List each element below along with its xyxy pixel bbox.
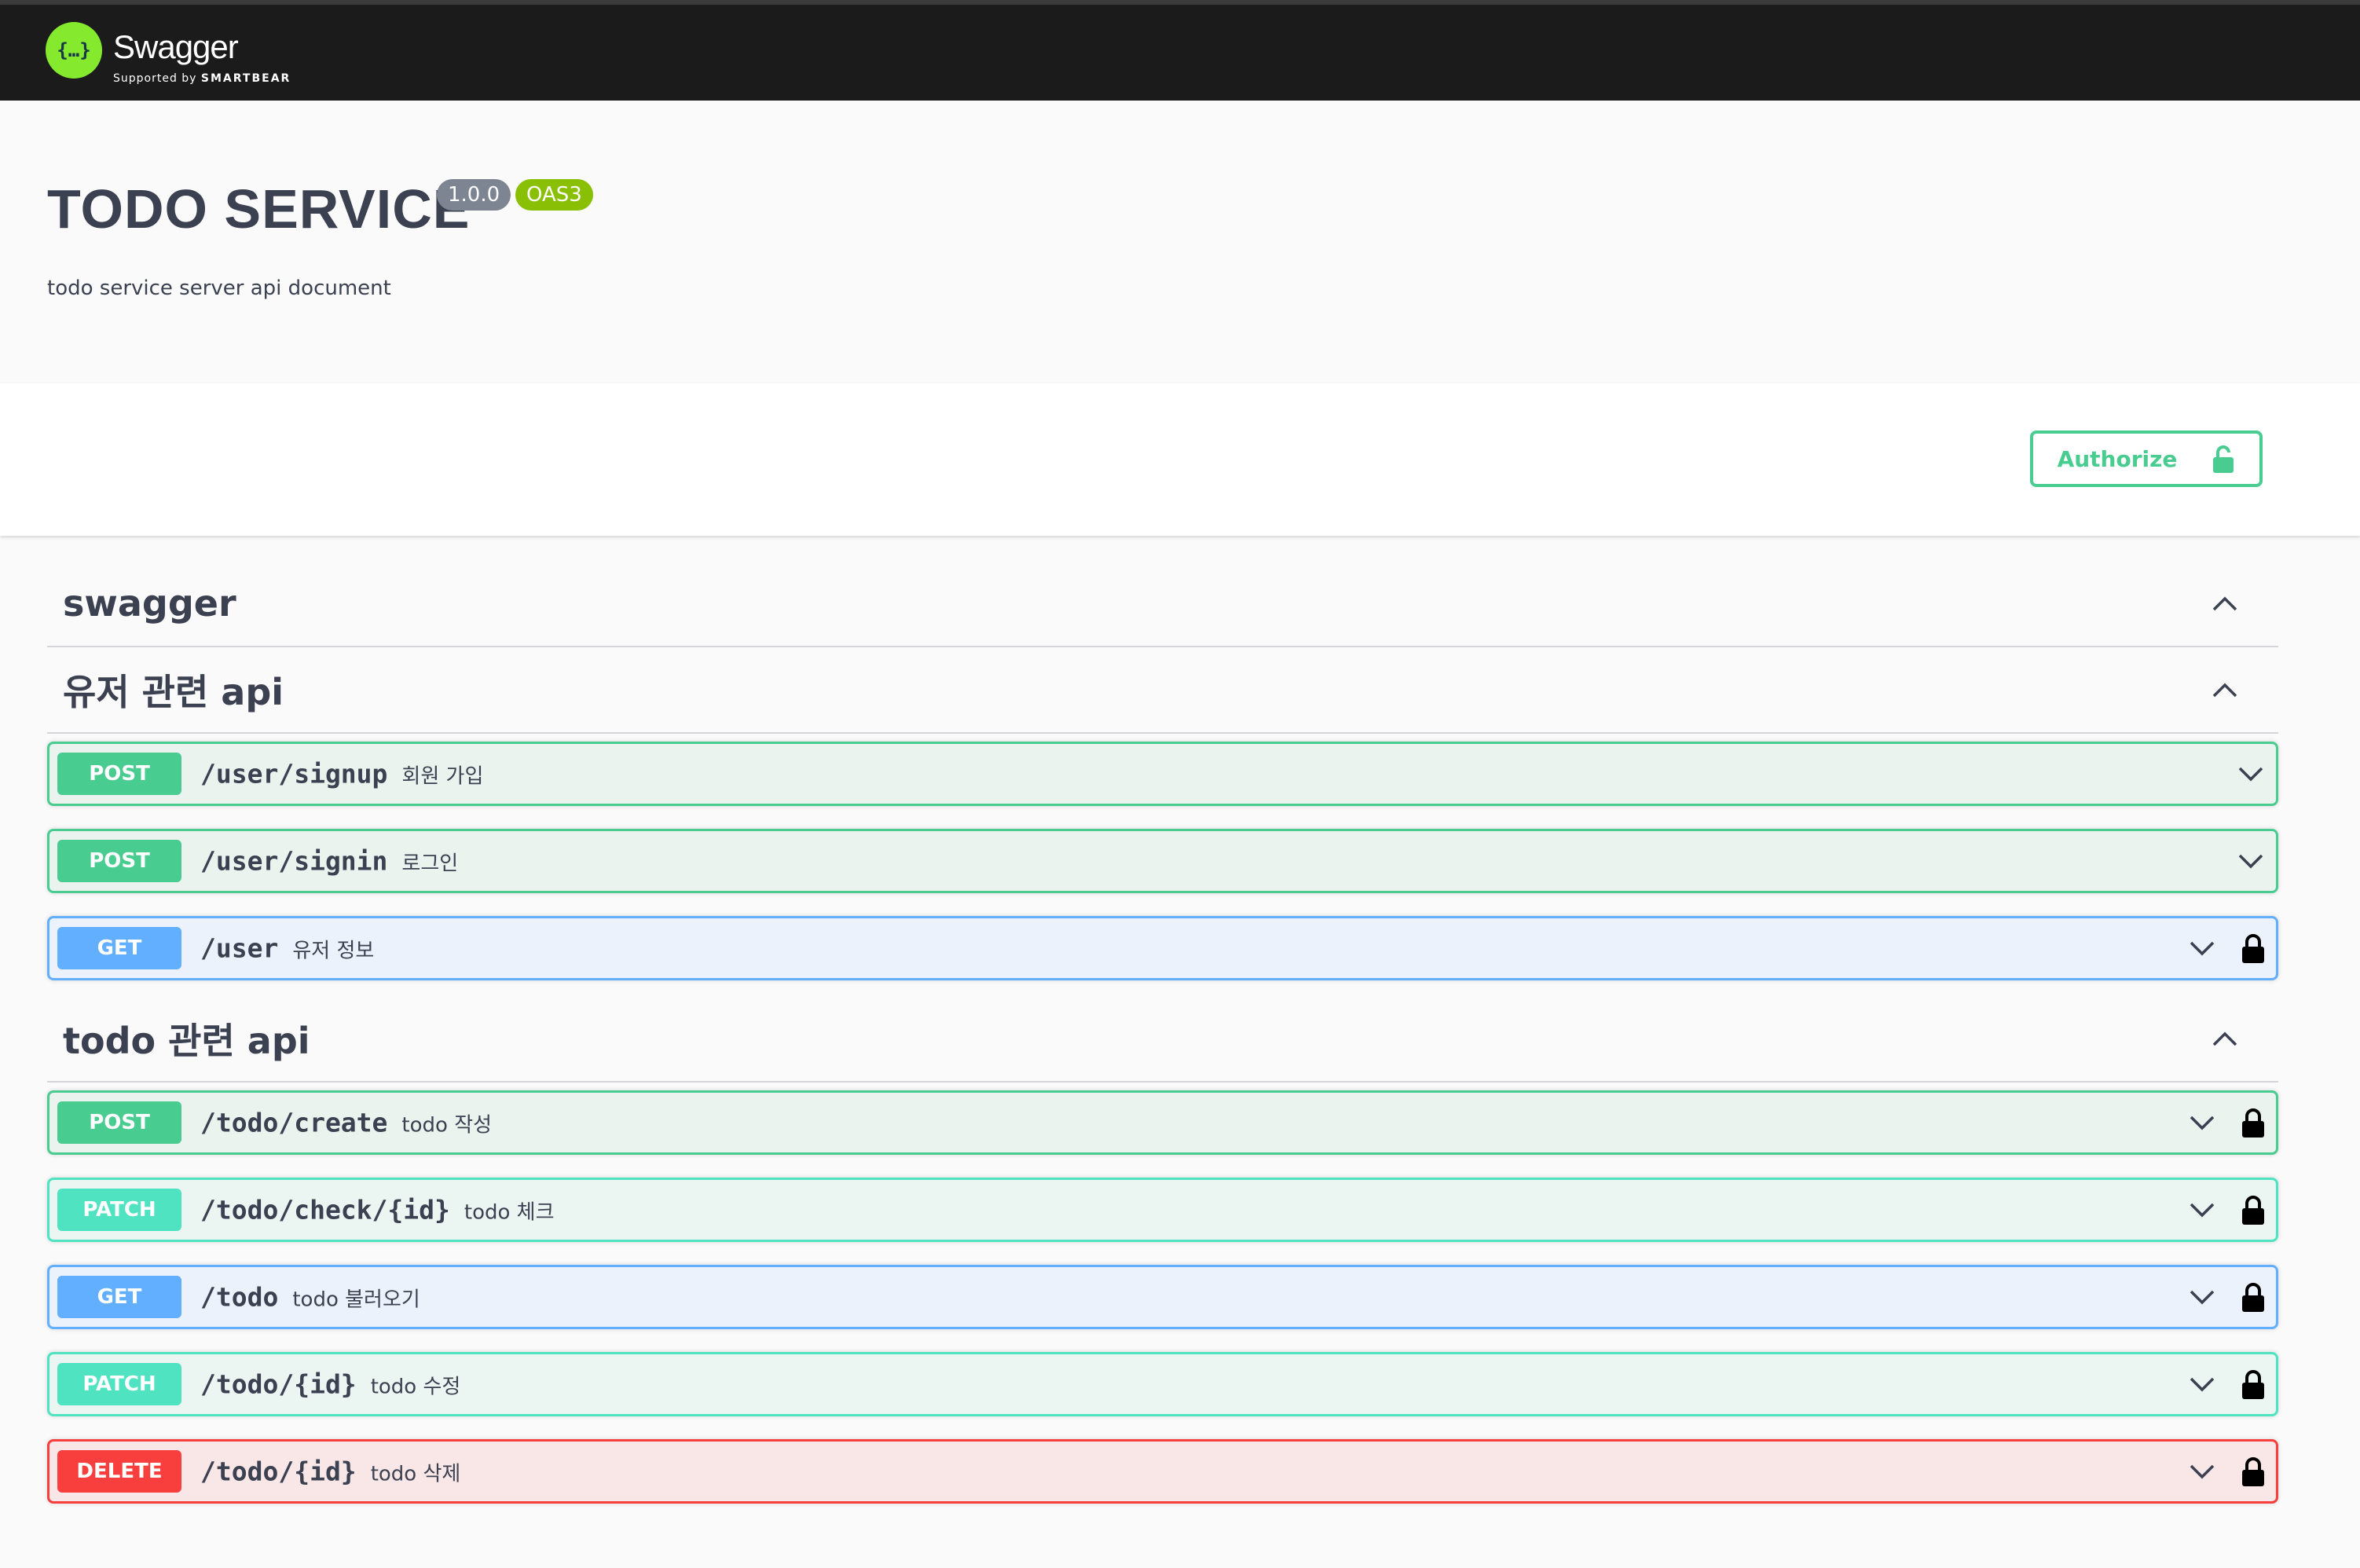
lock-icon[interactable] xyxy=(2241,1456,2265,1486)
tag-name: 유저 관련 api xyxy=(63,671,284,713)
api-description: todo service server api document xyxy=(47,277,391,300)
path-text: /user/signup xyxy=(200,758,388,789)
method-badge: POST xyxy=(57,753,181,795)
chevron-down-icon[interactable] xyxy=(2235,758,2267,789)
operation-summary: todo 작성 xyxy=(401,1113,493,1138)
operation-summary: todo 삭제 xyxy=(370,1462,461,1486)
lock-icon[interactable] xyxy=(2241,1282,2265,1312)
operation-row-get[interactable]: GET/user 유저 정보 xyxy=(47,916,2278,980)
top-bar: {…} Swagger Supported by SMARTBEAR xyxy=(0,0,2360,101)
path-text: /todo/{id} xyxy=(200,1368,357,1400)
api-title: TODO SERVICE xyxy=(47,178,471,240)
version-badge: 1.0.0 xyxy=(437,179,511,211)
lock-icon[interactable] xyxy=(2241,1108,2265,1138)
path-text: /user/signin xyxy=(200,845,388,877)
path-text: /todo/create xyxy=(200,1107,388,1138)
path-text: /user xyxy=(200,932,279,964)
method-badge: DELETE xyxy=(57,1450,181,1493)
chevron-up-icon[interactable] xyxy=(2209,674,2241,705)
path-text: /todo/check/{id} xyxy=(200,1194,450,1225)
operation-row-post[interactable]: POST/user/signup 회원 가입 xyxy=(47,742,2278,806)
operation-row-patch[interactable]: PATCH/todo/check/{id} todo 체크 xyxy=(47,1178,2278,1242)
operation-path: /todo/create todo 작성 xyxy=(200,1108,492,1138)
chevron-down-icon[interactable] xyxy=(2186,1456,2218,1487)
lock-icon[interactable] xyxy=(2241,933,2265,963)
operation-summary: todo 수정 xyxy=(370,1375,461,1399)
method-badge: PATCH xyxy=(57,1363,181,1405)
operation-row-patch[interactable]: PATCH/todo/{id} todo 수정 xyxy=(47,1352,2278,1416)
operation-path: /todo/{id} todo 수정 xyxy=(200,1369,460,1400)
operation-path: /user/signup 회원 가입 xyxy=(200,759,483,789)
operation-row-get[interactable]: GET/todo todo 불러오기 xyxy=(47,1265,2278,1329)
operation-path: /todo/check/{id} todo 체크 xyxy=(200,1195,555,1225)
logo-tagline: Supported by SMARTBEAR xyxy=(113,72,291,85)
operation-summary: todo 체크 xyxy=(464,1200,555,1225)
chevron-down-icon[interactable] xyxy=(2186,1194,2218,1225)
chevron-down-icon[interactable] xyxy=(2186,1107,2218,1138)
operation-summary: 로그인 xyxy=(401,852,459,876)
chevron-up-icon[interactable] xyxy=(2209,1023,2241,1054)
chevron-down-icon[interactable] xyxy=(2235,845,2267,877)
operation-path: /todo todo 불러오기 xyxy=(200,1282,420,1313)
authorize-label: Authorize xyxy=(2057,445,2178,472)
operation-row-delete[interactable]: DELETE/todo/{id} todo 삭제 xyxy=(47,1439,2278,1504)
tag-section-header[interactable]: swagger xyxy=(47,561,2278,647)
tag-name: swagger xyxy=(63,582,236,625)
path-text: /todo xyxy=(200,1281,279,1313)
operation-summary: todo 불러오기 xyxy=(292,1288,420,1312)
operation-summary: 회원 가입 xyxy=(401,764,484,789)
tag-section-header[interactable]: todo 관련 api xyxy=(47,996,2278,1083)
operation-path: /user/signin 로그인 xyxy=(200,846,458,877)
operation-path: /todo/{id} todo 삭제 xyxy=(200,1456,460,1487)
method-badge: POST xyxy=(57,840,181,882)
tag-section-header[interactable]: 유저 관련 api xyxy=(47,647,2278,734)
svg-text:{…}: {…} xyxy=(57,39,90,61)
method-badge: POST xyxy=(57,1101,181,1144)
method-badge: GET xyxy=(57,1276,181,1318)
logo-tagline-brand: SMARTBEAR xyxy=(200,72,291,85)
operation-summary: 유저 정보 xyxy=(292,939,375,963)
authorize-button[interactable]: Authorize xyxy=(2030,430,2263,487)
chevron-up-icon[interactable] xyxy=(2209,588,2241,619)
chevron-down-icon[interactable] xyxy=(2186,932,2218,964)
swagger-logo-icon[interactable]: {…} xyxy=(46,22,102,79)
unlock-icon xyxy=(2213,445,2234,473)
logo-tagline-prefix: Supported by xyxy=(113,72,197,85)
operation-path: /user 유저 정보 xyxy=(200,933,374,964)
operation-row-post[interactable]: POST/user/signin 로그인 xyxy=(47,829,2278,893)
lock-icon[interactable] xyxy=(2241,1369,2265,1399)
tag-name: todo 관련 api xyxy=(63,1020,310,1062)
lock-icon[interactable] xyxy=(2241,1195,2265,1225)
oas-badge: OAS3 xyxy=(515,179,593,211)
method-badge: GET xyxy=(57,927,181,969)
logo-wordmark[interactable]: Swagger xyxy=(113,28,239,66)
method-badge: PATCH xyxy=(57,1189,181,1231)
scheme-container: Authorize xyxy=(0,383,2360,536)
api-info: TODO SERVICE 1.0.0 OAS3 todo service ser… xyxy=(0,101,2360,383)
chevron-down-icon[interactable] xyxy=(2186,1281,2218,1313)
path-text: /todo/{id} xyxy=(200,1456,357,1487)
operation-row-post[interactable]: POST/todo/create todo 작성 xyxy=(47,1090,2278,1155)
chevron-down-icon[interactable] xyxy=(2186,1368,2218,1400)
